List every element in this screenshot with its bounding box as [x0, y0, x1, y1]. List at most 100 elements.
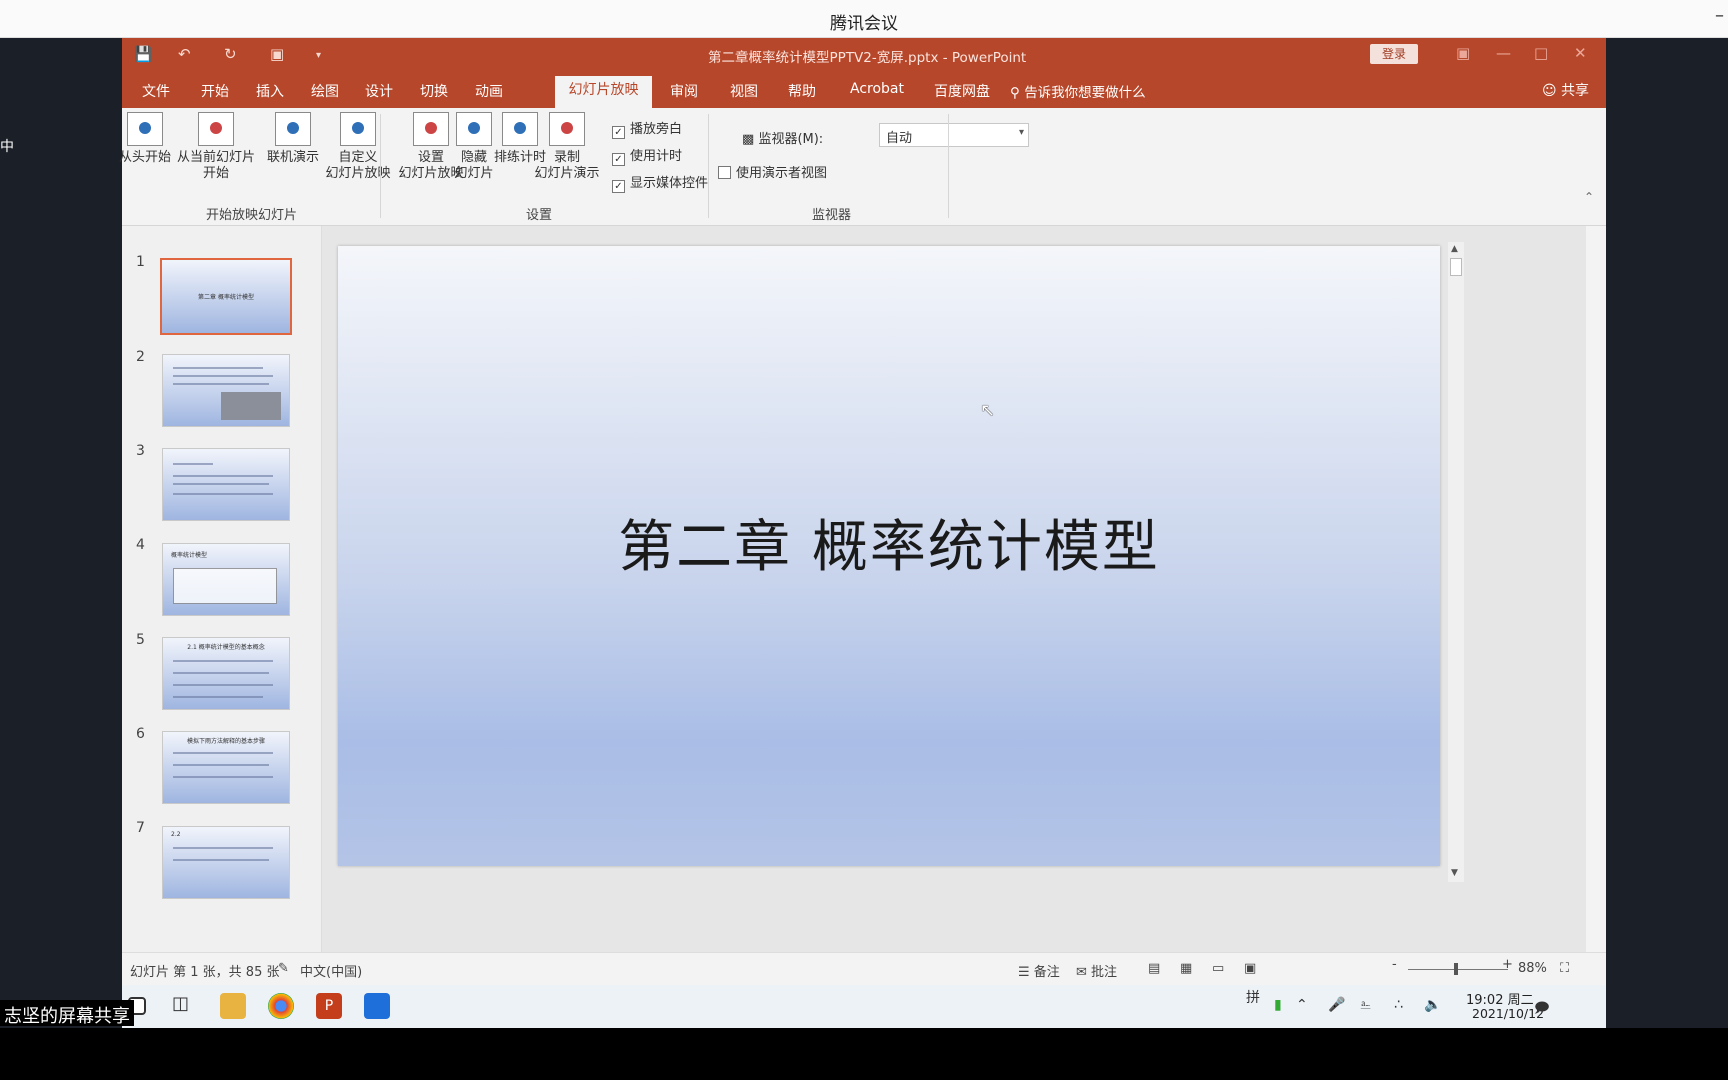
- slide-thumbnail[interactable]: 概率统计模型: [162, 543, 290, 616]
- slide-thumbnail[interactable]: 2.2: [162, 826, 290, 899]
- collapse-ribbon-icon[interactable]: ⌃: [1584, 190, 1594, 204]
- presenter-view-checkbox[interactable]: 使用演示者视图: [718, 162, 827, 181]
- slide-editing-area: 第二章 概率统计模型 ↖: [322, 226, 1586, 952]
- tab-baidu-netdisk[interactable]: 百度网盘: [934, 81, 990, 101]
- vertical-scrollbar[interactable]: ▲ ▼: [1448, 242, 1464, 882]
- show-hidden-icons-icon[interactable]: ⌃: [1296, 997, 1308, 1013]
- ribbon-tab-bar: 文件 开始 插入 绘图 设计 切换 动画 幻灯片放映 审阅 视图 帮助 Acro…: [122, 72, 1606, 108]
- maximize-icon[interactable]: □: [1534, 44, 1548, 62]
- tab-help[interactable]: 帮助: [788, 81, 816, 101]
- group-label-monitors: 监视器: [812, 208, 852, 223]
- thumbnail-text-line: [173, 776, 273, 778]
- normal-view-icon[interactable]: ▤: [1148, 961, 1160, 976]
- slide-title[interactable]: 第二章 概率统计模型: [338, 502, 1440, 583]
- tab-home[interactable]: 开始: [201, 81, 229, 101]
- file-explorer-icon[interactable]: [220, 993, 246, 1019]
- group-label-start: 开始放映幻灯片: [206, 208, 298, 223]
- task-view-icon[interactable]: ◫: [172, 993, 198, 1019]
- tell-me-search[interactable]: ⚲ 告诉我你想要做什么: [1010, 81, 1146, 101]
- power-icon[interactable]: ⎁: [1360, 997, 1371, 1013]
- share-button[interactable]: ☺ 共享: [1542, 80, 1589, 100]
- thumbnail-text-line: [173, 752, 273, 754]
- thumbnail-text-line: [173, 859, 269, 861]
- minimize-icon[interactable]: —: [1496, 44, 1511, 62]
- chrome-icon[interactable]: [268, 993, 294, 1019]
- play-from-current-icon: [198, 112, 234, 146]
- custom-slide-show-button[interactable]: 自定义 幻灯片放映: [318, 112, 398, 182]
- tab-file[interactable]: 文件: [142, 81, 170, 101]
- powerpoint-icon[interactable]: P: [316, 993, 342, 1019]
- close-icon[interactable]: ✕: [1574, 44, 1587, 62]
- tab-review[interactable]: 审阅: [670, 81, 698, 101]
- tab-draw[interactable]: 绘图: [311, 81, 339, 101]
- tab-transitions[interactable]: 切换: [420, 81, 448, 101]
- slide-thumbnail[interactable]: 模拟下雨方法解释的基本步骤: [162, 731, 290, 804]
- use-timings-checkbox[interactable]: ✓ 使用计时: [612, 145, 682, 166]
- volume-icon[interactable]: 🔈: [1424, 997, 1441, 1013]
- customize-quick-access-icon[interactable]: ▾: [316, 50, 321, 61]
- slide-thumbnail[interactable]: 第二章 概率统计模型: [160, 258, 292, 335]
- scrollbar-thumb[interactable]: [1450, 258, 1462, 276]
- redo-icon[interactable]: ↻: [224, 45, 237, 63]
- tab-animations[interactable]: 动画: [475, 81, 503, 101]
- show-media-controls-checkbox[interactable]: ✓ 显示媒体控件: [612, 172, 708, 193]
- ribbon-display-options-icon[interactable]: ▣: [1456, 44, 1470, 62]
- meeting-minimize-button[interactable]: –: [1715, 5, 1724, 26]
- tab-slide-show[interactable]: 幻灯片放映: [555, 76, 652, 108]
- fit-to-window-icon[interactable]: ⛶: [1560, 961, 1569, 976]
- reading-view-icon[interactable]: ▭: [1212, 961, 1224, 976]
- from-current-button[interactable]: 从当前幻灯片 开始: [166, 112, 266, 182]
- comments-button[interactable]: ✉ 批注: [1076, 961, 1117, 980]
- thumbnail-text-line: [173, 684, 273, 686]
- play-from-start-icon: [127, 112, 163, 146]
- zoom-out-icon[interactable]: -: [1392, 957, 1397, 972]
- presenter-view-label: 使用演示者视图: [736, 166, 828, 181]
- thumbnail-number: 7: [136, 820, 145, 836]
- record-label-1: 录制: [553, 150, 580, 165]
- tab-design[interactable]: 设计: [365, 81, 393, 101]
- spell-check-icon[interactable]: ✎: [278, 961, 289, 976]
- tab-insert[interactable]: 插入: [256, 81, 284, 101]
- slide-sorter-icon[interactable]: ▦: [1180, 961, 1192, 976]
- scroll-up-icon[interactable]: ▲: [1451, 244, 1458, 254]
- monitor-icon: ▩: [742, 132, 755, 147]
- save-icon[interactable]: 💾: [134, 45, 153, 63]
- custom-label-1: 自定义: [338, 150, 378, 165]
- present-from-start-icon[interactable]: ▣: [270, 45, 284, 63]
- thumbnail-text-line: [173, 672, 269, 674]
- slide-thumbnail[interactable]: [162, 354, 290, 427]
- online-present-button[interactable]: 联机演示: [264, 112, 322, 166]
- play-narrations-checkbox[interactable]: ✓ 播放旁白: [612, 118, 682, 139]
- undo-icon[interactable]: ↶: [178, 45, 191, 63]
- tell-me-label: 告诉我你想要做什么: [1024, 85, 1146, 101]
- login-button[interactable]: 登录: [1370, 44, 1418, 64]
- notes-icon: ☰: [1018, 965, 1030, 980]
- thumbnail-number: 4: [136, 537, 145, 553]
- current-slide[interactable]: 第二章 概率统计模型 ↖: [338, 246, 1440, 866]
- desktop-bottom-strip: [0, 1028, 1728, 1080]
- powerpoint-window: 💾 ↶ ↻ ▣ ▾ 第二章概率统计模型PPTV2-宽屏.pptx - Power…: [119, 38, 1606, 985]
- ime-indicator[interactable]: 拼: [1246, 987, 1260, 1007]
- notes-button[interactable]: ☰ 备注: [1018, 961, 1060, 980]
- record-slide-show-button[interactable]: 录制 幻灯片演示: [526, 112, 608, 182]
- slide-thumbnail[interactable]: [162, 448, 290, 521]
- zoom-slider[interactable]: [1408, 969, 1508, 970]
- monitor-dropdown[interactable]: 自动: [879, 123, 1029, 147]
- tencent-meeting-icon[interactable]: [364, 993, 390, 1019]
- tab-acrobat[interactable]: Acrobat: [850, 81, 904, 97]
- tab-view[interactable]: 视图: [730, 81, 758, 101]
- thumbnail-text-line: [173, 696, 263, 698]
- notification-center-icon[interactable]: 🗩: [1534, 997, 1550, 1021]
- slide-thumbnail[interactable]: 2.1 概率统计模型的基本概念: [162, 637, 290, 710]
- scroll-down-icon[interactable]: ▼: [1451, 868, 1458, 878]
- zoom-slider-thumb[interactable]: [1454, 963, 1458, 975]
- thumbnail-number: 1: [136, 254, 145, 270]
- zoom-in-icon[interactable]: +: [1502, 957, 1513, 972]
- ribbon: 从头开始 从当前幻灯片 开始 联机演示 自定义 幻灯片放映 开始放映幻灯片 设置…: [119, 108, 1606, 226]
- zoom-level[interactable]: 88%: [1518, 961, 1547, 976]
- slide-show-view-icon[interactable]: ▣: [1244, 961, 1256, 976]
- wifi-icon[interactable]: ∴: [1394, 997, 1403, 1013]
- language-indicator[interactable]: 中文(中国): [300, 961, 362, 980]
- microphone-icon[interactable]: 🎤: [1328, 997, 1345, 1013]
- battery-icon[interactable]: ▮: [1274, 997, 1282, 1013]
